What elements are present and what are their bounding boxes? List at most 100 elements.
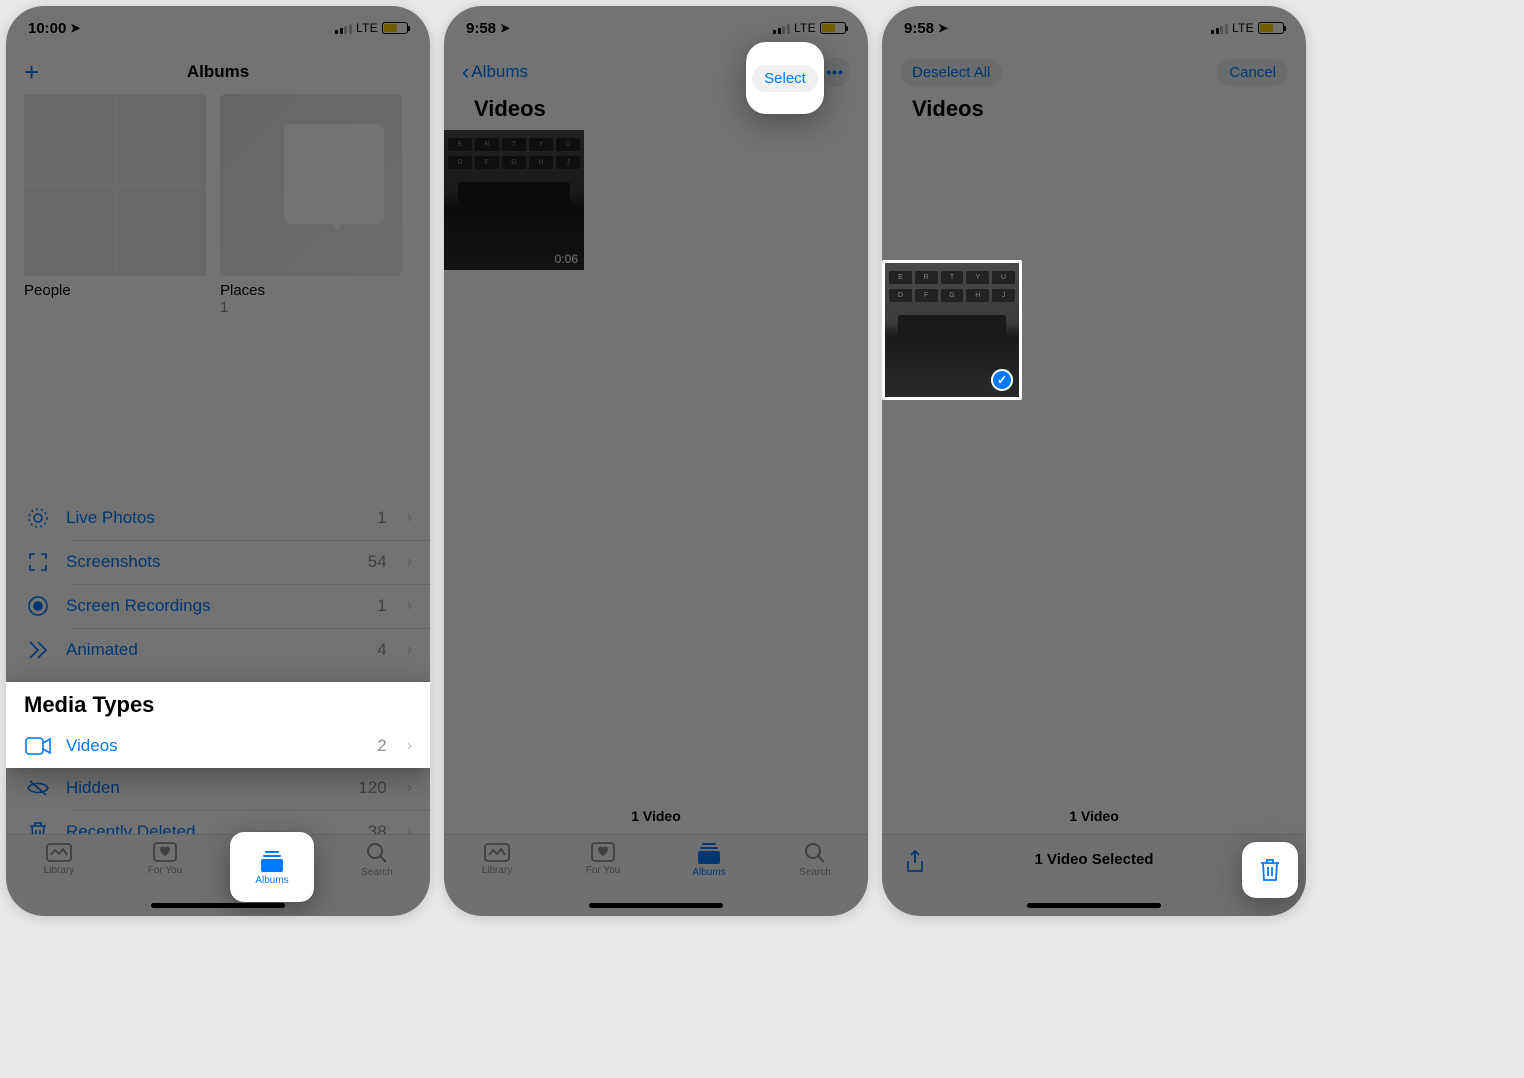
signal-icon bbox=[1211, 23, 1228, 34]
tab-label: Albums bbox=[255, 875, 288, 886]
video-thumbnail-selected[interactable]: ERTYU DFGHJ ✓ bbox=[882, 260, 1022, 400]
albums-icon bbox=[258, 849, 286, 873]
status-bar: 9:58 ➤ LTE bbox=[882, 6, 1306, 50]
video-grid: ERTYU DFGHJ 0:06 bbox=[444, 130, 868, 270]
tab-library[interactable]: Library bbox=[19, 841, 99, 916]
for-you-icon bbox=[152, 841, 178, 863]
media-types-highlight: Media Types Videos 2 › bbox=[6, 682, 430, 768]
album-name: Places bbox=[220, 282, 402, 299]
nav-bar: Deselect All Cancel bbox=[882, 50, 1306, 94]
tab-label: Library bbox=[482, 865, 513, 876]
network-label: LTE bbox=[1232, 21, 1254, 35]
album-people[interactable]: People bbox=[24, 94, 206, 316]
battery-icon bbox=[382, 22, 408, 34]
home-indicator[interactable] bbox=[589, 903, 723, 908]
row-live-photos[interactable]: Live Photos 1 › bbox=[6, 496, 430, 540]
signal-icon bbox=[335, 23, 352, 34]
row-count: 120 bbox=[358, 778, 386, 798]
screen-videos-selecting: 9:58 ➤ LTE Deselect All Cancel Videos ER… bbox=[882, 6, 1306, 916]
home-indicator[interactable] bbox=[151, 903, 285, 908]
location-icon: ➤ bbox=[938, 21, 948, 35]
animated-icon bbox=[24, 640, 52, 660]
row-label: Hidden bbox=[66, 778, 344, 798]
video-selected-highlight: ERTYU DFGHJ ✓ bbox=[882, 260, 1026, 408]
album-count: 1 bbox=[220, 299, 402, 316]
library-icon bbox=[483, 841, 511, 863]
tab-bar: Library For You Albums Search bbox=[444, 834, 868, 916]
signal-icon bbox=[773, 23, 790, 34]
add-button[interactable]: + bbox=[24, 57, 39, 88]
row-label: Animated bbox=[66, 640, 363, 660]
video-count: 1 Video bbox=[882, 808, 1306, 824]
back-label: Albums bbox=[471, 62, 528, 82]
row-count: 1 bbox=[377, 596, 386, 616]
album-name: People bbox=[24, 282, 206, 299]
row-count: 1 bbox=[377, 508, 386, 528]
chevron-right-icon: › bbox=[407, 597, 412, 615]
row-count: 4 bbox=[377, 640, 386, 660]
chevron-right-icon: › bbox=[407, 509, 412, 527]
screenshots-icon bbox=[24, 551, 52, 573]
chevron-right-icon: › bbox=[407, 553, 412, 571]
live-photos-icon bbox=[24, 506, 52, 530]
search-icon bbox=[803, 841, 827, 865]
video-thumbnail[interactable]: ERTYU DFGHJ 0:06 bbox=[444, 130, 584, 270]
nav-bar: + Albums bbox=[6, 50, 430, 94]
trash-highlight bbox=[1242, 842, 1298, 898]
page-title: Albums bbox=[6, 62, 430, 82]
row-count: 54 bbox=[368, 552, 387, 572]
for-you-icon bbox=[590, 841, 616, 863]
location-icon: ➤ bbox=[500, 21, 510, 35]
home-indicator[interactable] bbox=[1027, 903, 1161, 908]
album-places[interactable]: Places 1 bbox=[220, 94, 402, 316]
screen-recordings-icon bbox=[24, 595, 52, 617]
location-icon: ➤ bbox=[70, 21, 80, 35]
chevron-right-icon: › bbox=[407, 737, 412, 755]
row-animated[interactable]: Animated 4 › bbox=[6, 628, 430, 672]
tab-search[interactable]: Search bbox=[775, 841, 855, 916]
chevron-right-icon: › bbox=[407, 779, 412, 797]
tab-label: Search bbox=[799, 867, 831, 878]
video-icon bbox=[24, 737, 52, 755]
row-label: Screenshots bbox=[66, 552, 354, 572]
page-title: Videos bbox=[882, 94, 1306, 130]
albums-tab-highlight: Albums bbox=[230, 832, 314, 902]
albums-icon bbox=[695, 841, 723, 865]
tab-label: Albums bbox=[692, 867, 725, 878]
tab-label: Search bbox=[361, 867, 393, 878]
row-screenshots[interactable]: Screenshots 54 › bbox=[6, 540, 430, 584]
tab-library[interactable]: Library bbox=[457, 841, 537, 916]
tab-label: For You bbox=[586, 865, 620, 876]
cancel-button[interactable]: Cancel bbox=[1217, 59, 1288, 86]
tab-search[interactable]: Search bbox=[337, 841, 417, 916]
status-time: 10:00 bbox=[28, 20, 66, 37]
screen-videos: 9:58 ➤ LTE ‹ Albums Select ••• Videos ER… bbox=[444, 6, 868, 916]
battery-icon bbox=[820, 22, 846, 34]
video-duration: 0:06 bbox=[555, 252, 578, 266]
deselect-all-button[interactable]: Deselect All bbox=[900, 59, 1002, 86]
more-button[interactable]: ••• bbox=[820, 57, 850, 87]
album-row: People Places 1 bbox=[6, 94, 430, 324]
network-label: LTE bbox=[794, 21, 816, 35]
network-label: LTE bbox=[356, 21, 378, 35]
row-videos[interactable]: Videos 2 › bbox=[6, 724, 430, 768]
screen-albums: 10:00 ➤ LTE + Albums People Places 1 Med… bbox=[6, 6, 430, 916]
row-label: Live Photos bbox=[66, 508, 363, 528]
status-time: 9:58 bbox=[466, 20, 496, 37]
chevron-left-icon: ‹ bbox=[462, 59, 469, 85]
checkmark-badge-icon: ✓ bbox=[991, 369, 1013, 391]
status-bar: 10:00 ➤ LTE bbox=[6, 6, 430, 50]
trash-icon bbox=[1259, 858, 1281, 882]
row-screen-recordings[interactable]: Screen Recordings 1 › bbox=[6, 584, 430, 628]
hidden-icon bbox=[24, 779, 52, 797]
row-label: Videos bbox=[66, 736, 363, 756]
back-button[interactable]: ‹ Albums bbox=[462, 59, 528, 85]
select-button[interactable]: Select bbox=[752, 65, 818, 92]
search-icon bbox=[365, 841, 389, 865]
tab-label: For You bbox=[148, 865, 182, 876]
library-icon bbox=[45, 841, 73, 863]
tab-label: Library bbox=[44, 865, 75, 876]
status-time: 9:58 bbox=[904, 20, 934, 37]
row-label: Screen Recordings bbox=[66, 596, 363, 616]
row-hidden[interactable]: Hidden 120 › bbox=[6, 766, 430, 810]
